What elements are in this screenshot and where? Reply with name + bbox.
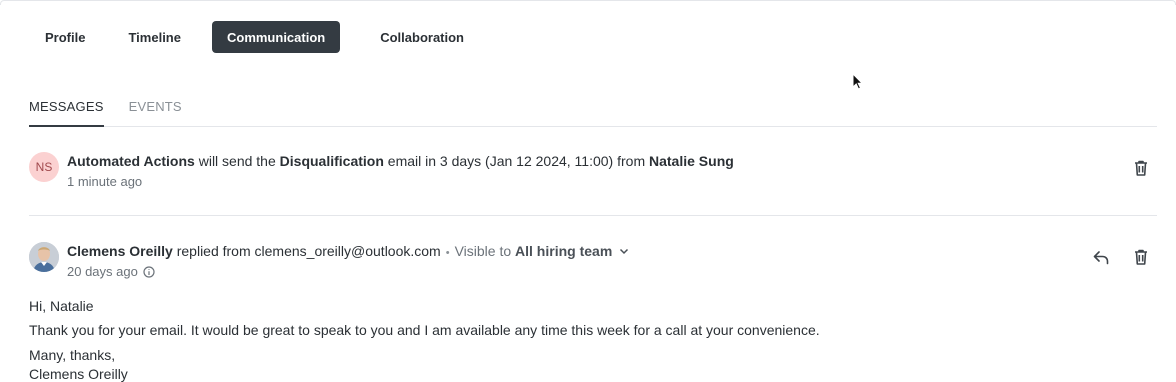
scheduled-message-summary: Automated Actions will send the Disquali…	[67, 153, 734, 169]
signature: Clemens Oreilly	[29, 366, 128, 382]
timestamp: 1 minute ago	[67, 174, 142, 189]
header-text-a: replied from	[172, 243, 255, 259]
body-line: Thank you for your email. It would be gr…	[29, 322, 820, 338]
panel-border	[0, 0, 1176, 5]
mouse-cursor-icon	[852, 72, 864, 96]
visibility-value[interactable]: All hiring team	[515, 243, 612, 259]
timestamp-text: 20 days ago	[67, 264, 138, 279]
trash-icon[interactable]	[1130, 246, 1152, 268]
tab-profile[interactable]: Profile	[27, 21, 103, 53]
visible-prefix: Visible to	[454, 243, 516, 259]
sender-email: clemens_oreilly@outlook.com	[254, 243, 441, 259]
trash-icon[interactable]	[1130, 157, 1152, 179]
tab-events[interactable]: EVENTS	[129, 96, 182, 127]
tab-collaboration[interactable]: Collaboration	[365, 21, 479, 53]
author-name: Clemens Oreilly	[67, 243, 173, 259]
avatar: NS	[29, 152, 59, 182]
message-item: Clemens Oreilly replied from clemens_ore…	[29, 240, 1157, 382]
info-icon[interactable]	[143, 265, 155, 278]
reply-icon[interactable]	[1090, 246, 1112, 268]
avatar	[29, 242, 59, 272]
closing: Many, thanks,	[29, 347, 116, 363]
chevron-down-icon[interactable]	[618, 244, 630, 260]
timestamp: 20 days ago	[67, 264, 155, 279]
summary-text-b: email in 3 days (Jan 12 2024, 11:00) fro…	[383, 153, 649, 169]
sender-name: Natalie Sung	[649, 153, 734, 169]
actor-name: Automated Actions	[67, 153, 195, 169]
sub-tabs: MESSAGES EVENTS	[29, 96, 1157, 127]
main-tabs: Profile Timeline Communication Collabora…	[27, 21, 490, 53]
tab-messages[interactable]: MESSAGES	[29, 96, 104, 127]
template-name: Disqualification	[279, 153, 384, 169]
message-header: Clemens Oreilly replied from clemens_ore…	[67, 243, 630, 260]
tab-communication[interactable]: Communication	[211, 21, 341, 53]
summary-text-a: will send the	[194, 153, 280, 169]
message-body: Hi, Natalie Thank you for your email. It…	[29, 298, 820, 382]
tab-timeline[interactable]: Timeline	[110, 21, 199, 53]
greeting: Hi, Natalie	[29, 298, 94, 314]
timestamp-text: 1 minute ago	[67, 174, 143, 189]
scheduled-message-item: NS Automated Actions will send the Disqu…	[29, 150, 1157, 216]
separator-dot: •	[445, 247, 450, 259]
